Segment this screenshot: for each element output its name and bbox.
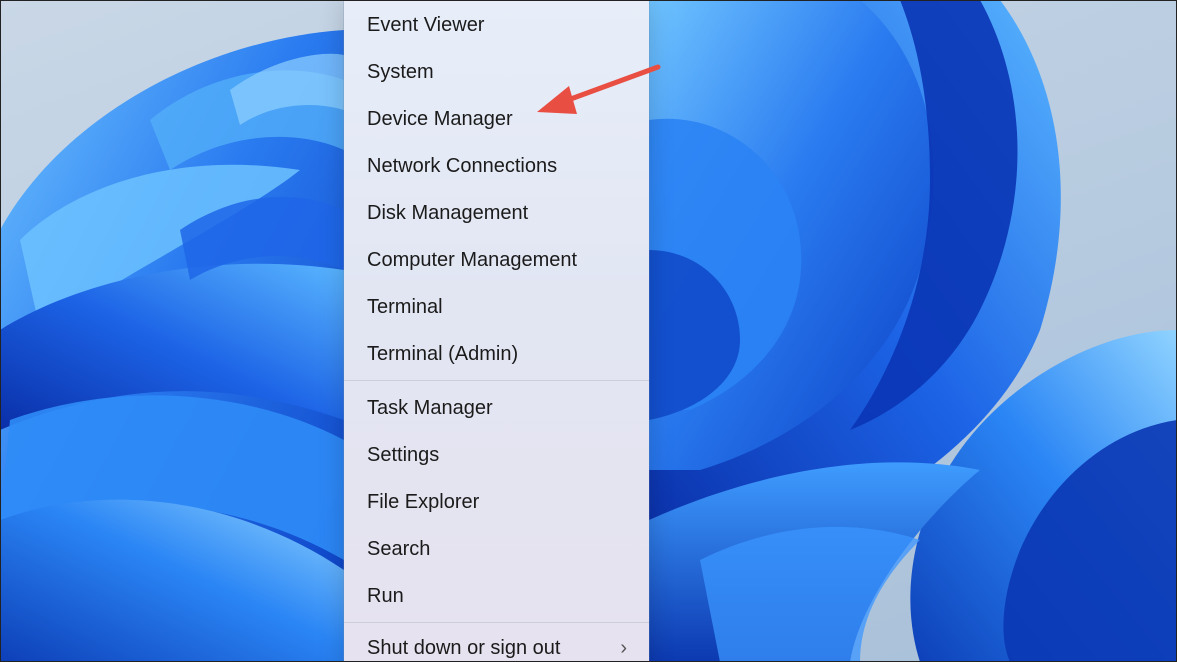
menu-group-system-tools: Task Manager Settings File Explorer Sear… — [344, 383, 649, 620]
menu-item-search[interactable]: Search — [344, 526, 649, 573]
quick-link-menu: Event Viewer System Device Manager Netwo… — [344, 0, 649, 662]
menu-item-label: Run — [367, 585, 404, 607]
menu-separator — [344, 380, 649, 381]
desktop: Event Viewer System Device Manager Netwo… — [0, 0, 1177, 662]
menu-item-label: Task Manager — [367, 397, 493, 419]
chevron-right-icon: › — [620, 637, 627, 659]
menu-item-label: File Explorer — [367, 491, 480, 513]
menu-item-label: Shut down or sign out — [367, 637, 561, 659]
menu-group-admin-tools: Event Viewer System Device Manager Netwo… — [344, 0, 649, 378]
menu-item-device-manager[interactable]: Device Manager — [344, 96, 649, 143]
menu-item-shut-down-or-sign-out[interactable]: Shut down or sign out › — [344, 625, 649, 662]
menu-item-label: Device Manager — [367, 108, 513, 130]
menu-item-label: Terminal — [367, 296, 443, 318]
menu-item-settings[interactable]: Settings — [344, 432, 649, 479]
menu-item-label: Terminal (Admin) — [367, 343, 519, 365]
menu-item-label: Event Viewer — [367, 14, 485, 36]
menu-item-terminal[interactable]: Terminal — [344, 284, 649, 331]
menu-item-run[interactable]: Run — [344, 573, 649, 620]
menu-item-file-explorer[interactable]: File Explorer — [344, 479, 649, 526]
menu-separator — [344, 622, 649, 623]
menu-group-power: Shut down or sign out › — [344, 625, 649, 662]
menu-item-system[interactable]: System — [344, 49, 649, 96]
menu-item-label: Computer Management — [367, 249, 578, 271]
menu-item-task-manager[interactable]: Task Manager — [344, 385, 649, 432]
menu-item-label: Search — [367, 538, 431, 560]
menu-item-label: Disk Management — [367, 202, 529, 224]
menu-item-label: System — [367, 61, 434, 83]
menu-item-event-viewer[interactable]: Event Viewer — [344, 2, 649, 49]
menu-item-label: Network Connections — [367, 155, 558, 177]
menu-item-disk-management[interactable]: Disk Management — [344, 190, 649, 237]
menu-item-terminal-admin[interactable]: Terminal (Admin) — [344, 331, 649, 378]
menu-item-network-connections[interactable]: Network Connections — [344, 143, 649, 190]
menu-item-label: Settings — [367, 444, 440, 466]
menu-item-computer-management[interactable]: Computer Management — [344, 237, 649, 284]
